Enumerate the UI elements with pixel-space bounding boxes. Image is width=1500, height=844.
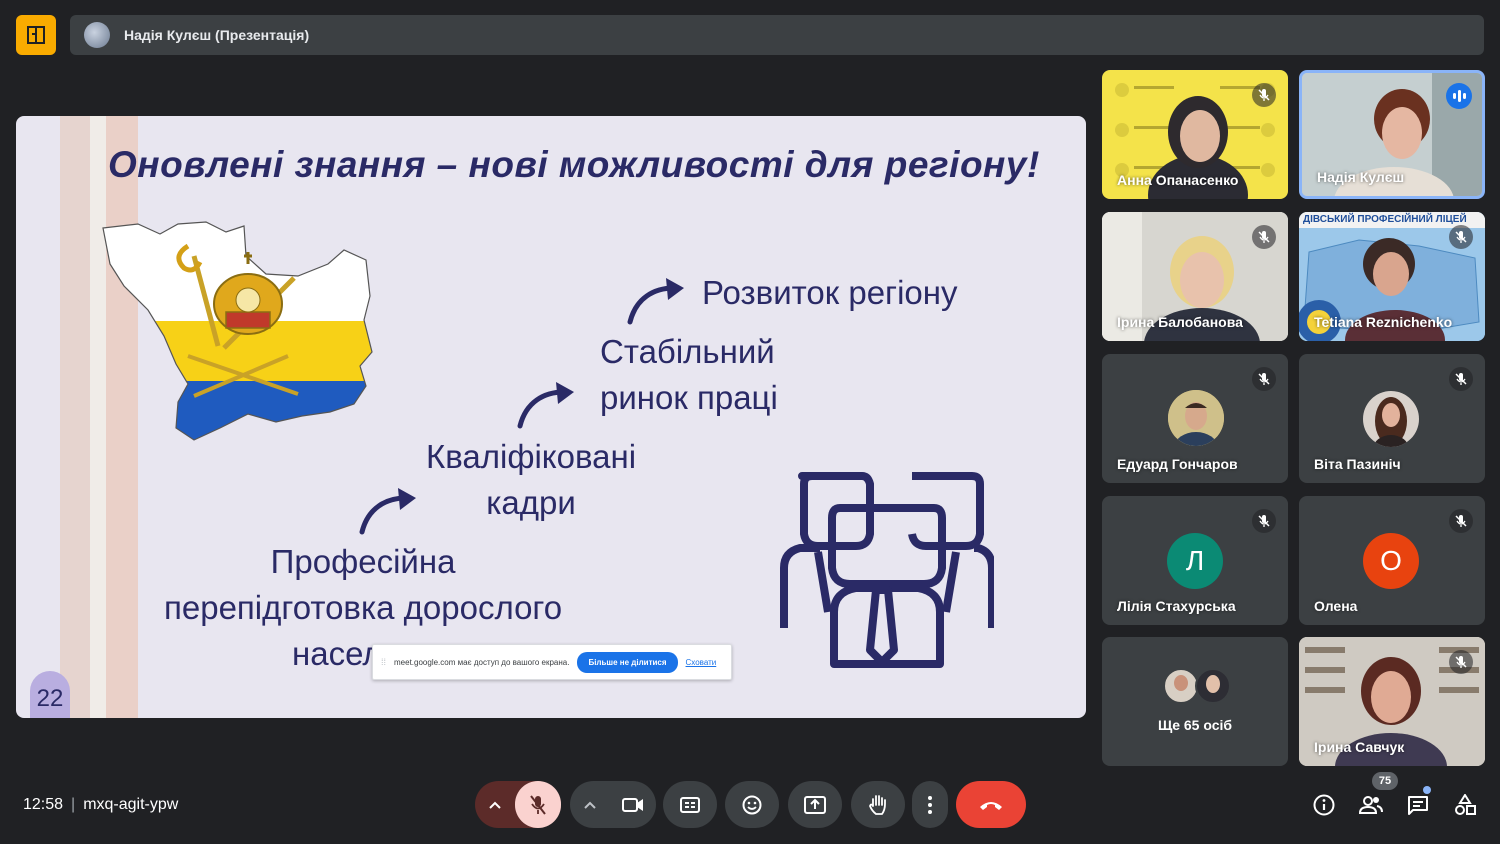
raise-hand-icon — [869, 794, 886, 815]
mic-off-icon — [530, 794, 546, 815]
mic-off-icon — [1252, 225, 1276, 249]
arrow-curve-icon — [627, 278, 684, 325]
participant-avatar — [1168, 390, 1224, 446]
camera-button[interactable] — [610, 797, 656, 813]
slide-page-number: 22 — [30, 671, 70, 718]
step-labor-market-line2: ринок праці — [600, 379, 778, 416]
people-icon — [1359, 796, 1383, 814]
participant-avatar — [1363, 391, 1419, 447]
more-participants-tile[interactable]: Ще 65 осіб — [1102, 637, 1288, 766]
people-count-badge: 75 — [1372, 772, 1398, 790]
chat-notification-dot — [1423, 786, 1431, 794]
captions-icon — [680, 796, 700, 813]
captions-button[interactable] — [663, 781, 717, 828]
hide-notice-link[interactable]: Сховати — [686, 658, 717, 667]
presenter-title: Надія Кулєш (Презентація) — [124, 27, 310, 43]
step-labor-market: Стабільний ринок праці — [600, 329, 778, 421]
raise-hand-button[interactable] — [851, 781, 905, 828]
leave-call-button[interactable] — [956, 781, 1026, 828]
meet-logo-icon — [16, 15, 56, 55]
screen-share-notice: ⁞⁞ meet.google.com має доступ до вашого … — [372, 644, 732, 680]
arrow-curve-icon — [517, 382, 574, 429]
info-separator: | — [71, 796, 76, 813]
mic-off-icon — [1449, 650, 1473, 674]
slide-stripe — [60, 116, 90, 718]
activities-shapes-icon — [1455, 794, 1476, 815]
participant-name: Ірина Савчук — [1314, 739, 1405, 755]
participant-name: Лілія Стахурська — [1117, 598, 1236, 614]
participant-name: Ірина Балобанова — [1117, 314, 1243, 330]
participant-name: Надія Кулєш — [1317, 169, 1405, 185]
step-adult-retraining-line1: Професійна — [270, 543, 456, 580]
participant-tile[interactable]: Ірина Балобанова — [1102, 212, 1288, 341]
more-participants-label: Ще 65 осіб — [1157, 717, 1233, 733]
step-region-development: Розвиток регіону — [702, 274, 958, 311]
mic-off-icon — [1252, 367, 1276, 391]
chat-button[interactable] — [1405, 792, 1431, 818]
present-screen-button[interactable] — [788, 781, 842, 828]
share-notice-text: meet.google.com має доступ до вашого екр… — [394, 657, 570, 667]
participant-initial-avatar: О — [1363, 533, 1419, 589]
participant-name: Едуард Гончаров — [1117, 456, 1238, 472]
step-qualified-staff: Кваліфіковані кадри — [426, 434, 636, 526]
meeting-info: 12:58 | mxq-agit-ypw — [23, 796, 178, 814]
step-adult-retraining-line2: перепідготовка дорослого — [164, 589, 563, 626]
participant-name: Віта Пазиніч — [1314, 456, 1401, 472]
presenter-avatar — [84, 22, 110, 48]
participant-name: Анна Опанасенко — [1117, 172, 1239, 188]
stop-sharing-button[interactable]: Більше не ділитися — [577, 651, 678, 673]
participant-tile[interactable]: Едуард Гончаров — [1102, 354, 1288, 483]
meeting-details-button[interactable] — [1311, 792, 1337, 818]
clock-time: 12:58 — [23, 796, 64, 813]
participant-name: Олена — [1314, 598, 1358, 614]
activities-button[interactable] — [1452, 792, 1478, 818]
participant-tile[interactable]: Анна Опанасенко — [1102, 70, 1288, 199]
participant-initial-avatar: Л — [1167, 533, 1223, 589]
camera-control-group — [570, 781, 656, 828]
presentation-banner[interactable]: Надія Кулєш (Презентація) — [70, 15, 1484, 55]
participant-tile[interactable]: О Олена — [1299, 496, 1485, 625]
meeting-code: mxq-agit-ypw — [83, 796, 179, 813]
participant-tile[interactable]: Віта Пазиніч — [1299, 354, 1485, 483]
drag-handle-icon[interactable]: ⁞⁞ — [381, 657, 386, 667]
speaking-indicator-icon — [1446, 83, 1472, 109]
step-qualified-staff-line2: кадри — [486, 484, 576, 521]
mic-off-icon — [1252, 83, 1276, 107]
more-options-button[interactable] — [912, 781, 948, 828]
region-map-icon — [102, 221, 373, 441]
participant-tile[interactable]: Ірина Савчук — [1299, 637, 1485, 766]
participant-tile[interactable]: Л Лілія Стахурська — [1102, 496, 1288, 625]
team-people-icon — [780, 472, 994, 668]
step-qualified-staff-line1: Кваліфіковані — [426, 438, 637, 475]
reactions-button[interactable] — [725, 781, 779, 828]
camera-icon — [622, 797, 643, 812]
top-bar: Надія Кулєш (Презентація) — [16, 15, 1484, 55]
mic-off-button[interactable] — [515, 781, 561, 828]
mic-off-icon — [1449, 225, 1473, 249]
step-labor-market-line1: Стабільний — [600, 333, 775, 370]
chat-icon — [1408, 796, 1428, 815]
emoji-icon — [742, 795, 762, 814]
info-icon — [1313, 794, 1335, 816]
mic-off-icon — [1449, 509, 1473, 533]
present-screen-icon — [804, 795, 826, 814]
slide-title: Оновлені знання – нові можливості для ре… — [108, 144, 1040, 185]
tile-caption: ДІВСЬКИЙ ПРОФЕСІЙНИЙ ЛІЦЕЙ — [1303, 214, 1467, 225]
participant-tile[interactable]: ДІВСЬКИЙ ПРОФЕСІЙНИЙ ЛІЦЕЙ Tetiana Rezni… — [1299, 212, 1485, 341]
mic-control-group — [475, 781, 561, 828]
mic-options-chevron-icon[interactable] — [475, 801, 515, 809]
people-button[interactable] — [1358, 792, 1384, 818]
more-vert-icon — [928, 795, 932, 814]
arrow-curve-icon — [359, 488, 416, 535]
group-avatar — [1162, 667, 1232, 705]
camera-options-chevron-icon[interactable] — [570, 801, 610, 809]
hang-up-icon — [980, 801, 1002, 810]
mic-off-icon — [1449, 367, 1473, 391]
participant-name: Tetiana Reznichenko — [1314, 314, 1453, 330]
bottom-toolbar: 12:58 | mxq-agit-ypw — [0, 770, 1500, 844]
shared-screen: Оновлені знання – нові можливості для ре… — [16, 116, 1086, 718]
mic-off-icon — [1252, 509, 1276, 533]
participant-tile-active[interactable]: Надія Кулєш — [1299, 70, 1485, 199]
